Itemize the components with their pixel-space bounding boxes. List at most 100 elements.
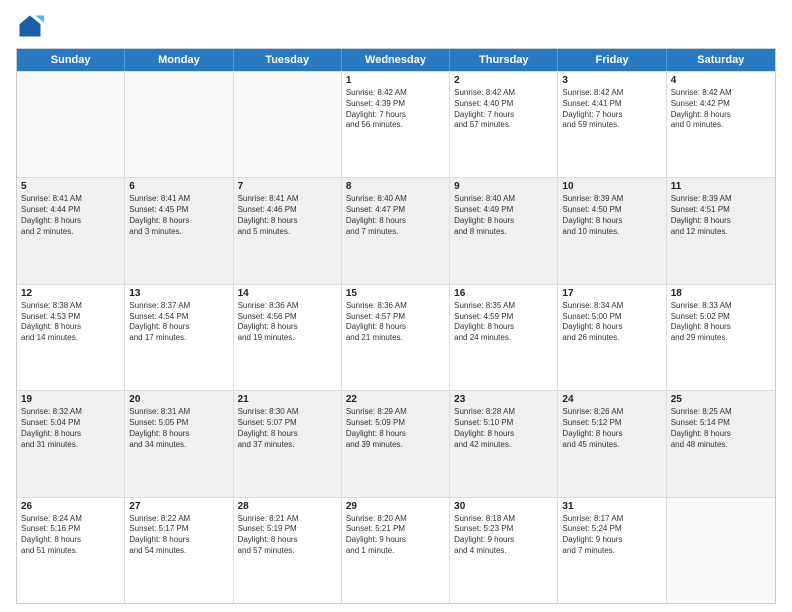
calendar-cell: 30 Sunrise: 8:18 AM Sunset: 5:23 PM Dayli…: [450, 498, 558, 603]
calendar-cell: 12 Sunrise: 8:38 AM Sunset: 4:53 PM Dayli…: [17, 285, 125, 390]
cell-content: Sunrise: 8:25 AM Sunset: 5:14 PM Dayligh…: [671, 407, 771, 450]
page: SundayMondayTuesdayWednesdayThursdayFrid…: [0, 0, 792, 612]
day-number: 28: [238, 501, 337, 512]
calendar-cell: 27Sunrise: 8:22 AM Sunset: 5:17 PM Dayli…: [125, 498, 233, 603]
cell-content: Sunrise: 8:41 AM Sunset: 4:45 PM Dayligh…: [129, 194, 228, 237]
calendar-cell: 16 Sunrise: 8:35 AM Sunset: 4:59 PM Dayli…: [450, 285, 558, 390]
calendar-cell: 4 Sunrise: 8:42 AM Sunset: 4:42 PM Daylig…: [667, 72, 775, 177]
calendar-cell: 6 Sunrise: 8:41 AM Sunset: 4:45 PM Daylig…: [125, 178, 233, 283]
day-number: 30: [454, 501, 553, 512]
calendar-cell: 9Sunrise: 8:40 AM Sunset: 4:49 PM Daylig…: [450, 178, 558, 283]
calendar-cell: 28 Sunrise: 8:21 AM Sunset: 5:19 PM Dayli…: [234, 498, 342, 603]
cell-content: Sunrise: 8:24 AM Sunset: 5:16 PM Dayligh…: [21, 514, 120, 557]
day-number: 15: [346, 288, 445, 299]
calendar-cell: 26 Sunrise: 8:24 AM Sunset: 5:16 PM Dayli…: [17, 498, 125, 603]
calendar-cell: [17, 72, 125, 177]
calendar-cell: 14Sunrise: 8:36 AM Sunset: 4:56 PM Dayli…: [234, 285, 342, 390]
cell-content: Sunrise: 8:18 AM Sunset: 5:23 PM Dayligh…: [454, 514, 553, 557]
day-number: 14: [238, 288, 337, 299]
day-number: 10: [562, 181, 661, 192]
logo-icon: [16, 12, 44, 40]
cell-content: Sunrise: 8:29 AM Sunset: 5:09 PM Dayligh…: [346, 407, 445, 450]
cell-content: Sunrise: 8:20 AM Sunset: 5:21 PM Dayligh…: [346, 514, 445, 557]
calendar-cell: 20 Sunrise: 8:31 AM Sunset: 5:05 PM Dayli…: [125, 391, 233, 496]
calendar-header-row: SundayMondayTuesdayWednesdayThursdayFrid…: [17, 49, 775, 71]
logo: [16, 12, 48, 40]
day-number: 11: [671, 181, 771, 192]
day-number: 17: [562, 288, 661, 299]
calendar-cell: 18 Sunrise: 8:33 AM Sunset: 5:02 PM Dayli…: [667, 285, 775, 390]
calendar-cell: 29 Sunrise: 8:20 AM Sunset: 5:21 PM Dayli…: [342, 498, 450, 603]
cell-content: Sunrise: 8:36 AM Sunset: 4:57 PM Dayligh…: [346, 301, 445, 344]
calendar-cell: 13Sunrise: 8:37 AM Sunset: 4:54 PM Dayli…: [125, 285, 233, 390]
cell-content: Sunrise: 8:39 AM Sunset: 4:51 PM Dayligh…: [671, 194, 771, 237]
calendar-header-cell: Monday: [125, 49, 233, 71]
calendar-body: 1 Sunrise: 8:42 AM Sunset: 4:39 PM Daylig…: [17, 71, 775, 603]
day-number: 20: [129, 394, 228, 405]
cell-content: Sunrise: 8:33 AM Sunset: 5:02 PM Dayligh…: [671, 301, 771, 344]
cell-content: Sunrise: 8:38 AM Sunset: 4:53 PM Dayligh…: [21, 301, 120, 344]
calendar-week: 12 Sunrise: 8:38 AM Sunset: 4:53 PM Dayli…: [17, 284, 775, 390]
calendar-cell: [667, 498, 775, 603]
cell-content: Sunrise: 8:39 AM Sunset: 4:50 PM Dayligh…: [562, 194, 661, 237]
calendar-header-cell: Sunday: [17, 49, 125, 71]
calendar: SundayMondayTuesdayWednesdayThursdayFrid…: [16, 48, 776, 604]
calendar-header-cell: Tuesday: [234, 49, 342, 71]
day-number: 1: [346, 75, 445, 86]
cell-content: Sunrise: 8:42 AM Sunset: 4:40 PM Dayligh…: [454, 88, 553, 131]
calendar-cell: 31 Sunrise: 8:17 AM Sunset: 5:24 PM Dayli…: [558, 498, 666, 603]
calendar-header-cell: Saturday: [667, 49, 775, 71]
calendar-cell: 2 Sunrise: 8:42 AM Sunset: 4:40 PM Daylig…: [450, 72, 558, 177]
cell-content: Sunrise: 8:35 AM Sunset: 4:59 PM Dayligh…: [454, 301, 553, 344]
calendar-cell: 8Sunrise: 8:40 AM Sunset: 4:47 PM Daylig…: [342, 178, 450, 283]
day-number: 7: [238, 181, 337, 192]
day-number: 24: [562, 394, 661, 405]
day-number: 23: [454, 394, 553, 405]
calendar-cell: 25 Sunrise: 8:25 AM Sunset: 5:14 PM Dayli…: [667, 391, 775, 496]
day-number: 21: [238, 394, 337, 405]
day-number: 6: [129, 181, 228, 192]
day-number: 19: [21, 394, 120, 405]
day-number: 12: [21, 288, 120, 299]
calendar-cell: 23 Sunrise: 8:28 AM Sunset: 5:10 PM Dayli…: [450, 391, 558, 496]
calendar-cell: 1 Sunrise: 8:42 AM Sunset: 4:39 PM Daylig…: [342, 72, 450, 177]
calendar-cell: 22 Sunrise: 8:29 AM Sunset: 5:09 PM Dayli…: [342, 391, 450, 496]
day-number: 29: [346, 501, 445, 512]
day-number: 16: [454, 288, 553, 299]
day-number: 31: [562, 501, 661, 512]
day-number: 27: [129, 501, 228, 512]
header: [16, 12, 776, 40]
cell-content: Sunrise: 8:40 AM Sunset: 4:49 PM Dayligh…: [454, 194, 553, 237]
cell-content: Sunrise: 8:28 AM Sunset: 5:10 PM Dayligh…: [454, 407, 553, 450]
day-number: 26: [21, 501, 120, 512]
cell-content: Sunrise: 8:34 AM Sunset: 5:00 PM Dayligh…: [562, 301, 661, 344]
cell-content: Sunrise: 8:17 AM Sunset: 5:24 PM Dayligh…: [562, 514, 661, 557]
day-number: 22: [346, 394, 445, 405]
calendar-week: 5 Sunrise: 8:41 AM Sunset: 4:44 PM Daylig…: [17, 177, 775, 283]
day-number: 2: [454, 75, 553, 86]
cell-content: Sunrise: 8:21 AM Sunset: 5:19 PM Dayligh…: [238, 514, 337, 557]
day-number: 3: [562, 75, 661, 86]
calendar-cell: [125, 72, 233, 177]
cell-content: Sunrise: 8:42 AM Sunset: 4:41 PM Dayligh…: [562, 88, 661, 131]
cell-content: Sunrise: 8:41 AM Sunset: 4:46 PM Dayligh…: [238, 194, 337, 237]
calendar-header-cell: Wednesday: [342, 49, 450, 71]
day-number: 25: [671, 394, 771, 405]
calendar-cell: 21Sunrise: 8:30 AM Sunset: 5:07 PM Dayli…: [234, 391, 342, 496]
calendar-week: 26 Sunrise: 8:24 AM Sunset: 5:16 PM Dayli…: [17, 497, 775, 603]
cell-content: Sunrise: 8:31 AM Sunset: 5:05 PM Dayligh…: [129, 407, 228, 450]
calendar-week: 19Sunrise: 8:32 AM Sunset: 5:04 PM Dayli…: [17, 390, 775, 496]
calendar-cell: 19Sunrise: 8:32 AM Sunset: 5:04 PM Dayli…: [17, 391, 125, 496]
cell-content: Sunrise: 8:40 AM Sunset: 4:47 PM Dayligh…: [346, 194, 445, 237]
calendar-cell: 24Sunrise: 8:26 AM Sunset: 5:12 PM Dayli…: [558, 391, 666, 496]
calendar-cell: 15 Sunrise: 8:36 AM Sunset: 4:57 PM Dayli…: [342, 285, 450, 390]
day-number: 5: [21, 181, 120, 192]
cell-content: Sunrise: 8:37 AM Sunset: 4:54 PM Dayligh…: [129, 301, 228, 344]
calendar-cell: 17 Sunrise: 8:34 AM Sunset: 5:00 PM Dayli…: [558, 285, 666, 390]
cell-content: Sunrise: 8:42 AM Sunset: 4:42 PM Dayligh…: [671, 88, 771, 131]
calendar-week: 1 Sunrise: 8:42 AM Sunset: 4:39 PM Daylig…: [17, 71, 775, 177]
cell-content: Sunrise: 8:41 AM Sunset: 4:44 PM Dayligh…: [21, 194, 120, 237]
day-number: 18: [671, 288, 771, 299]
day-number: 4: [671, 75, 771, 86]
cell-content: Sunrise: 8:42 AM Sunset: 4:39 PM Dayligh…: [346, 88, 445, 131]
